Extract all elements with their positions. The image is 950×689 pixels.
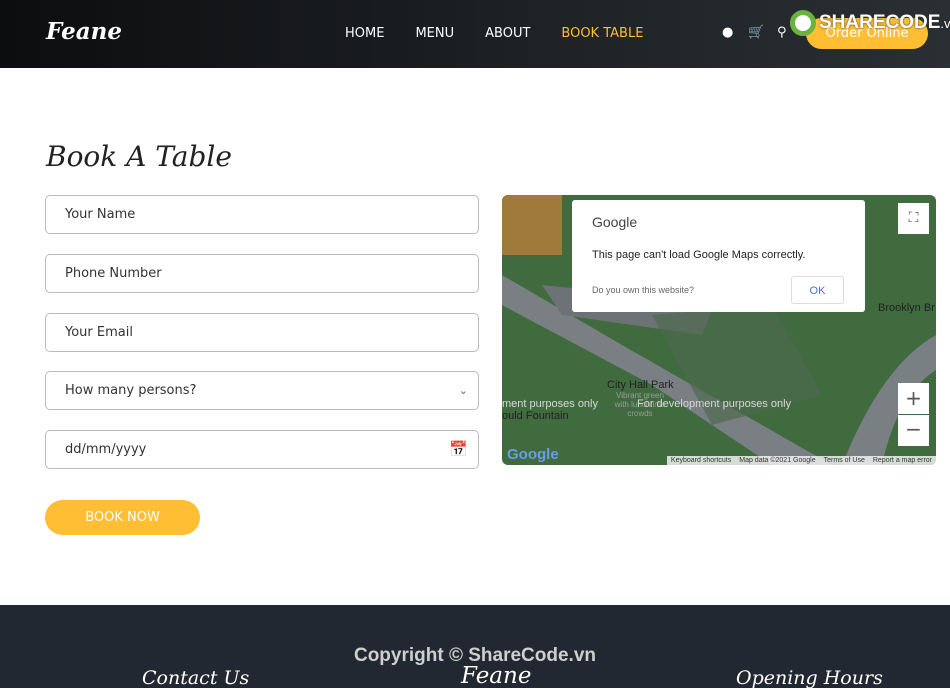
search-icon[interactable]: ⚲ bbox=[777, 25, 787, 40]
map-attribution: Keyboard shortcuts Map data ©2021 Google… bbox=[666, 456, 936, 465]
dialog-ok-button[interactable]: OK bbox=[791, 276, 844, 304]
google-map[interactable]: City Hall Park Vibrant green with luncht… bbox=[502, 195, 936, 465]
logo[interactable]: Feane bbox=[46, 18, 122, 45]
page-title: Book A Table bbox=[46, 140, 232, 173]
footer-logo: Feane bbox=[461, 663, 532, 689]
dialog-brand: Google bbox=[592, 214, 638, 230]
date-input[interactable]: dd/mm/yyyy 📅 bbox=[45, 430, 479, 469]
user-icon[interactable]: ● bbox=[722, 25, 733, 40]
map-data-text: Map data ©2021 Google bbox=[739, 457, 816, 464]
phone-input[interactable]: Phone Number bbox=[45, 254, 479, 293]
map-label: City Hall Park bbox=[607, 379, 674, 391]
sharecode-watermark: SHARECODE.vn bbox=[790, 10, 950, 36]
nav-about[interactable]: ABOUT bbox=[485, 26, 530, 41]
main-nav: HOME MENU ABOUT BOOK TABLE bbox=[345, 26, 674, 41]
map-label: ould Fountain bbox=[502, 410, 569, 422]
book-now-button[interactable]: BOOK NOW bbox=[45, 500, 200, 535]
watermark-text: SHARECODE bbox=[819, 12, 941, 33]
map-label: ment purposes only bbox=[502, 398, 598, 410]
dialog-question-link[interactable]: Do you own this website? bbox=[592, 285, 694, 295]
name-input[interactable]: Your Name bbox=[45, 195, 479, 234]
email-input[interactable]: Your Email bbox=[45, 313, 479, 352]
google-logo: Google bbox=[507, 446, 559, 463]
map-label: For development purposes only bbox=[637, 398, 792, 410]
zoom-in-button[interactable]: + bbox=[898, 383, 929, 414]
keyboard-shortcuts-link[interactable]: Keyboard shortcuts bbox=[671, 457, 731, 464]
maps-error-dialog: Google This page can't load Google Maps … bbox=[572, 200, 865, 312]
zoom-out-button[interactable]: − bbox=[898, 415, 929, 446]
dialog-message: This page can't load Google Maps correct… bbox=[592, 249, 806, 261]
sharecode-logo-icon bbox=[790, 10, 816, 36]
nav-book-table[interactable]: BOOK TABLE bbox=[561, 26, 643, 41]
date-value: dd/mm/yyyy bbox=[65, 442, 147, 457]
map-label: Brooklyn Br bbox=[878, 302, 935, 314]
footer: Copyright © ShareCode.vn Contact Us Fean… bbox=[0, 605, 950, 689]
nav-menu[interactable]: MENU bbox=[415, 26, 454, 41]
terms-link[interactable]: Terms of Use bbox=[824, 457, 865, 464]
fullscreen-icon[interactable]: ⛶ bbox=[898, 203, 929, 234]
nav-home[interactable]: HOME bbox=[345, 26, 384, 41]
report-error-link[interactable]: Report a map error bbox=[873, 457, 932, 464]
persons-select-value: How many persons? bbox=[65, 383, 197, 398]
persons-select[interactable]: How many persons? ⌄ bbox=[45, 371, 479, 410]
calendar-icon[interactable]: 📅 bbox=[449, 431, 468, 468]
hours-heading: Opening Hours bbox=[736, 667, 883, 689]
watermark-suffix: .vn bbox=[940, 15, 950, 31]
chevron-down-icon: ⌄ bbox=[458, 384, 468, 397]
cart-icon[interactable]: 🛒 bbox=[748, 25, 764, 40]
contact-heading: Contact Us bbox=[142, 667, 250, 689]
header: Feane HOME MENU ABOUT BOOK TABLE ● 🛒 ⚲ O… bbox=[0, 0, 950, 68]
